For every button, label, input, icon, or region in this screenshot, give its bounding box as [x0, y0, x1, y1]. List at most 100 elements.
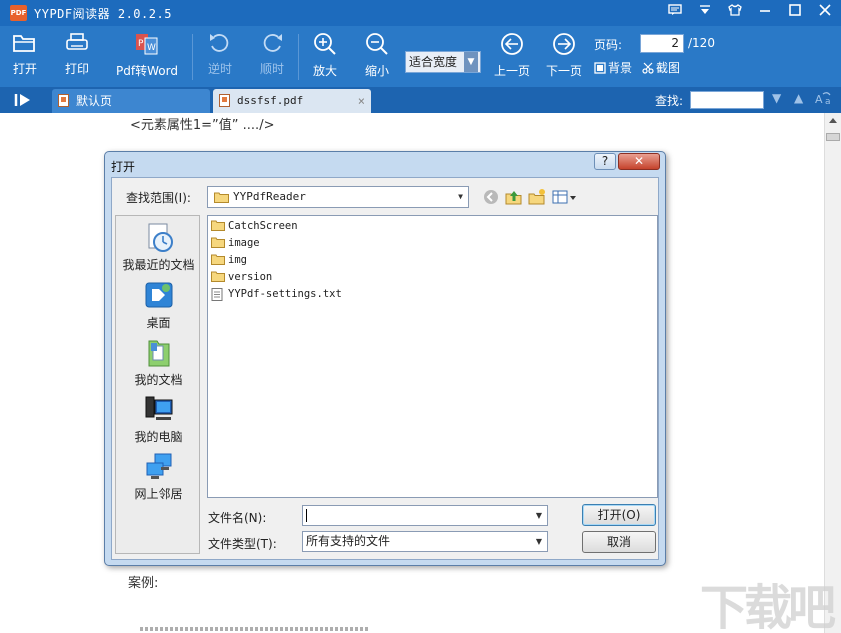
chevron-down-icon[interactable]: ▼: [536, 506, 542, 525]
maximize-icon[interactable]: [783, 3, 807, 23]
place-recent-documents[interactable]: 我最近的文档: [116, 222, 201, 273]
tab-document[interactable]: dssfsf.pdf ×: [213, 89, 371, 113]
zoom-out-button[interactable]: 缩小: [360, 32, 394, 79]
rotate-cw-label: 顺时: [259, 62, 284, 76]
zoom-mode-select[interactable]: 适合宽度 ▼: [405, 51, 481, 73]
cancel-button[interactable]: 取消: [582, 531, 656, 553]
pdf-to-word-label: Pdf转Word: [116, 64, 178, 78]
tab-default-page[interactable]: 默认页: [52, 89, 210, 113]
page-number-input[interactable]: 2: [640, 34, 684, 53]
view-menu-icon[interactable]: [552, 188, 578, 206]
next-page-label: 下一页: [545, 64, 582, 78]
close-icon[interactable]: [813, 3, 837, 23]
folder-icon: [211, 220, 225, 231]
help-button[interactable]: ?: [594, 153, 616, 170]
dropdown-icon[interactable]: [693, 3, 717, 23]
recent-documents-icon: [148, 223, 173, 252]
places-bar: 我最近的文档 桌面 我的文档 我的电脑 网上邻居: [115, 215, 200, 554]
feedback-icon[interactable]: [663, 3, 687, 23]
list-item[interactable]: version: [211, 269, 272, 285]
place-my-documents[interactable]: 我的文档: [116, 337, 201, 388]
print-label: 打印: [64, 62, 89, 76]
pdf-to-word-button[interactable]: PW Pdf转Word: [113, 32, 181, 79]
file-name: img: [228, 254, 247, 266]
list-item[interactable]: YYPdf-settings.txt: [211, 286, 342, 302]
app-title: YYPDF阅读器 2.0.2.5: [34, 7, 172, 21]
zoom-out-label: 缩小: [364, 64, 389, 78]
folder-open-icon: [13, 35, 35, 52]
scissors-icon: [642, 62, 654, 74]
rotate-cw-button[interactable]: 顺时: [256, 32, 288, 77]
svg-text:A: A: [815, 93, 823, 105]
scroll-thumb[interactable]: [826, 133, 840, 141]
zoom-in-button[interactable]: 放大: [308, 32, 342, 79]
toolbar-divider: [192, 34, 193, 80]
place-label: 网上邻居: [134, 487, 183, 501]
prev-page-label: 上一页: [493, 64, 530, 78]
document-text: <元素属性1=”值” ..../>: [130, 118, 275, 133]
folder-icon: [211, 254, 225, 265]
tab-label: 默认页: [76, 94, 113, 108]
next-page-button[interactable]: 下一页: [543, 32, 585, 79]
my-documents-icon: [148, 340, 169, 367]
place-network[interactable]: 网上邻居: [116, 451, 201, 502]
background-button[interactable]: 背景: [594, 59, 632, 76]
find-next-icon[interactable]: ▼: [772, 91, 781, 105]
svg-text:W: W: [147, 43, 156, 53]
screenshot-label: 截图: [656, 61, 681, 75]
title-bar: PDF YYPDF阅读器 2.0.2.5: [0, 0, 841, 26]
folder-icon: [214, 192, 229, 203]
my-computer-icon: [145, 396, 172, 420]
screenshot-button[interactable]: 截图: [642, 59, 680, 76]
network-places-icon: [146, 453, 171, 479]
arrow-left-circle-icon: [501, 33, 523, 55]
open-button[interactable]: 打开(O): [582, 504, 656, 526]
tab-close-icon[interactable]: ×: [358, 89, 365, 113]
background-icon: [594, 61, 606, 74]
find-prev-icon[interactable]: ▲: [794, 91, 803, 105]
back-icon[interactable]: [482, 188, 500, 206]
look-in-label: 查找范围(I):: [126, 191, 191, 205]
list-item[interactable]: CatchScreen: [211, 218, 298, 234]
new-folder-icon[interactable]: [528, 188, 546, 206]
list-item[interactable]: image: [211, 235, 260, 251]
rotate-right-icon: [263, 34, 282, 52]
look-in-select[interactable]: YYPdfReader ▼: [207, 186, 469, 208]
place-desktop[interactable]: 桌面: [116, 280, 201, 331]
filename-input[interactable]: ▼: [302, 505, 548, 526]
vertical-scrollbar[interactable]: [824, 113, 841, 633]
file-list[interactable]: CatchScreen image img version YYPdf-sett…: [207, 215, 658, 498]
place-label: 桌面: [146, 316, 171, 330]
folder-icon: [211, 237, 225, 248]
printer-icon: [66, 33, 88, 50]
sidebar-toggle-icon[interactable]: [14, 93, 32, 107]
print-button[interactable]: 打印: [60, 32, 94, 77]
rotate-ccw-button[interactable]: 逆时: [204, 32, 236, 77]
tab-label: dssfsf.pdf: [237, 94, 304, 107]
text-file-icon: [211, 288, 223, 301]
minimize-icon[interactable]: [753, 3, 777, 23]
file-name: YYPdf-settings.txt: [228, 288, 342, 300]
find-label: 查找:: [655, 94, 684, 108]
skin-icon[interactable]: [723, 3, 747, 23]
place-my-computer[interactable]: 我的电脑: [116, 394, 201, 445]
find-input[interactable]: [690, 91, 764, 109]
page-number-label: 页码:: [594, 38, 623, 52]
list-item[interactable]: img: [211, 252, 247, 268]
folder-icon: [211, 271, 225, 282]
up-folder-icon[interactable]: [505, 188, 523, 206]
desktop-icon: [145, 282, 172, 308]
filetype-select[interactable]: 所有支持的文件 ▼: [302, 531, 548, 552]
prev-page-button[interactable]: 上一页: [491, 32, 533, 79]
open-button[interactable]: 打开: [8, 32, 42, 77]
dialog-close-button[interactable]: ✕: [618, 153, 660, 170]
scroll-up-icon[interactable]: [829, 118, 837, 123]
dialog-title: 打开: [111, 160, 136, 174]
app-logo: PDF: [10, 5, 27, 21]
zoom-mode-value: 适合宽度: [409, 55, 458, 69]
chevron-down-icon: ▼: [535, 537, 542, 546]
place-label: 我最近的文档: [122, 258, 195, 272]
place-label: 我的电脑: [134, 430, 183, 444]
file-name: image: [228, 237, 260, 249]
match-case-icon[interactable]: Aa: [815, 91, 833, 108]
